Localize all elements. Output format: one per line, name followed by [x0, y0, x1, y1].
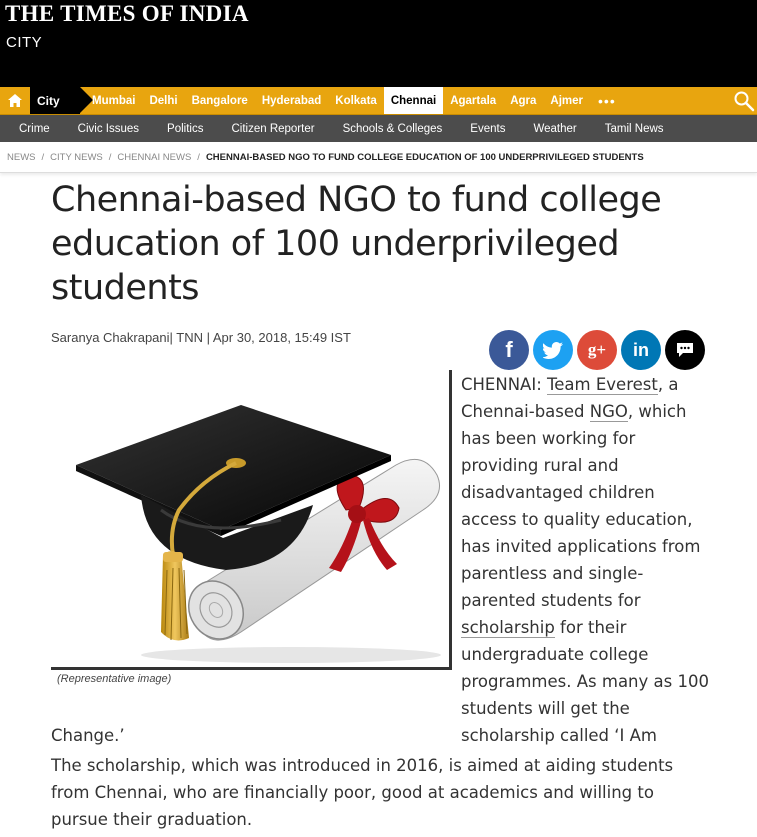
nav-link-ajmer[interactable]: Ajmer: [543, 87, 590, 114]
image-caption: (Representative image): [57, 673, 172, 685]
subnav-civic-issues[interactable]: Civic Issues: [64, 123, 153, 135]
facebook-share-button[interactable]: f: [489, 330, 529, 370]
dateline: CHENNAI:: [461, 375, 547, 394]
nav-link-delhi[interactable]: Delhi: [142, 87, 184, 114]
subnav-crime[interactable]: Crime: [5, 123, 64, 135]
linkedin-icon: in: [633, 339, 649, 360]
subnav-citizen-reporter[interactable]: Citizen Reporter: [217, 123, 328, 135]
subnav-weather[interactable]: Weather: [519, 123, 590, 135]
googleplus-icon: g+: [587, 340, 607, 359]
home-button[interactable]: [0, 87, 30, 114]
subnav-schools-colleges[interactable]: Schools & Colleges: [329, 123, 457, 135]
subnav-tamil-news[interactable]: Tamil News: [591, 123, 678, 135]
facebook-icon: f: [505, 337, 513, 362]
article-paragraph-1-continued: Change.’: [51, 726, 125, 745]
section-label[interactable]: CITY: [6, 34, 42, 51]
comment-button[interactable]: [665, 330, 705, 370]
breadcrumb: NEWS / CITY NEWS / CHENNAI NEWS / CHENNA…: [0, 142, 757, 173]
article-paragraph-2: The scholarship, which was introduced in…: [51, 756, 674, 829]
subnav-politics[interactable]: Politics: [153, 123, 217, 135]
search-icon[interactable]: [733, 90, 755, 112]
linkedin-share-button[interactable]: in: [621, 330, 661, 370]
twitter-share-button[interactable]: [533, 330, 573, 370]
article-headline: Chennai-based NGO to fund college educat…: [51, 180, 662, 308]
site-logo[interactable]: THE TIMES OF INDIA: [5, 1, 249, 27]
twitter-icon: [543, 341, 563, 359]
breadcrumb-separator: /: [197, 151, 200, 163]
subnav-events[interactable]: Events: [456, 123, 519, 135]
breadcrumb-city-news[interactable]: CITY NEWS: [50, 152, 103, 163]
nav-link-kolkata[interactable]: Kolkata: [328, 87, 384, 114]
nav-city-crumb[interactable]: City: [30, 87, 93, 114]
comment-icon: [677, 343, 693, 357]
article-paragraph-1: CHENNAI: Team Everest, a Chennai-based N…: [461, 371, 711, 749]
nav-link-bangalore[interactable]: Bangalore: [185, 87, 255, 114]
breadcrumb-separator: /: [41, 151, 45, 163]
breadcrumb-separator: /: [108, 151, 112, 163]
sub-nav-bar: Crime Civic Issues Politics Citizen Repo…: [0, 115, 757, 142]
city-nav-bar: City Mumbai Delhi Bangalore Hyderabad Ko…: [0, 87, 757, 115]
city-links: Mumbai Delhi Bangalore Hyderabad Kolkata…: [85, 87, 624, 114]
nav-link-agartala[interactable]: Agartala: [443, 87, 503, 114]
nav-link-mumbai[interactable]: Mumbai: [85, 87, 142, 114]
googleplus-share-button[interactable]: g+: [577, 330, 617, 370]
article-byline: Saranya Chakrapani| TNN | Apr 30, 2018, …: [51, 330, 351, 345]
nav-link-chennai[interactable]: Chennai: [383, 87, 444, 114]
masthead: THE TIMES OF INDIA CITY: [0, 0, 757, 87]
breadcrumb-chennai-news[interactable]: CHENNAI NEWS: [117, 152, 191, 163]
breadcrumb-news[interactable]: NEWS: [7, 152, 36, 163]
nav-link-agra[interactable]: Agra: [503, 87, 543, 114]
link-ngo[interactable]: NGO: [589, 402, 628, 422]
paragraph-text: , which has been working for providing r…: [461, 402, 701, 610]
breadcrumb-current: CHENNAI-BASED NGO TO FUND COLLEGE EDUCAT…: [205, 151, 644, 163]
link-team-everest[interactable]: Team Everest: [547, 375, 658, 395]
article-image[interactable]: [51, 370, 452, 670]
graduation-cap-image: [76, 405, 441, 663]
nav-link-hyderabad[interactable]: Hyderabad: [255, 87, 328, 114]
home-icon: [8, 94, 22, 107]
link-scholarship[interactable]: scholarship: [461, 618, 555, 638]
more-cities-button[interactable]: •••: [590, 93, 624, 109]
